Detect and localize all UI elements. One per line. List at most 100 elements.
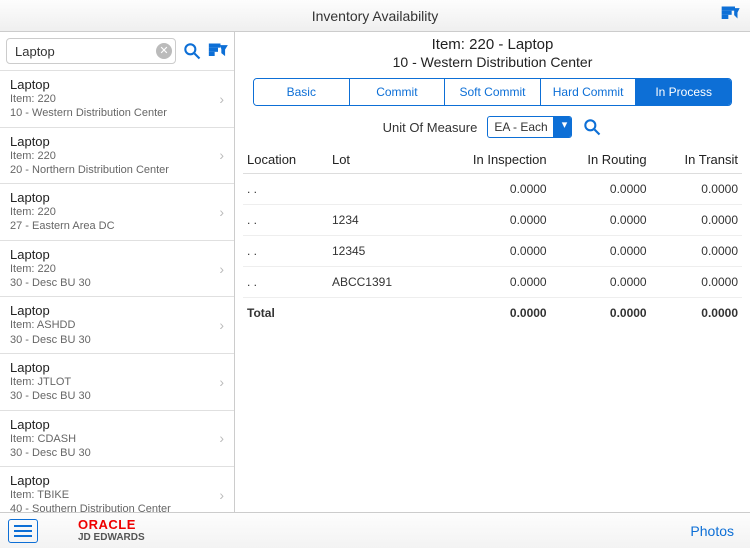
cell-lot: 1234 bbox=[328, 205, 429, 236]
cell-in-inspection: 0.0000 bbox=[429, 236, 550, 267]
list-item[interactable]: LaptopItem: 22010 - Western Distribution… bbox=[0, 71, 234, 128]
brand-logo: ORACLE JD EDWARDS bbox=[78, 518, 145, 543]
list-item-item: Item: 220 bbox=[10, 205, 224, 219]
total-in-inspection: 0.0000 bbox=[429, 298, 550, 329]
tab-hard-commit[interactable]: Hard Commit bbox=[541, 79, 637, 105]
list-item-title: Laptop bbox=[10, 360, 224, 375]
list-item[interactable]: LaptopItem: 22030 - Desc BU 30› bbox=[0, 241, 234, 298]
uom-select[interactable]: EA - Each bbox=[487, 116, 572, 138]
brand-jde: JD EDWARDS bbox=[78, 533, 145, 543]
list-item-loc: 27 - Eastern Area DC bbox=[10, 219, 224, 233]
detail-title: Item: 220 - Laptop bbox=[243, 36, 742, 53]
brand-oracle: ORACLE bbox=[78, 518, 145, 531]
cell-in-inspection: 0.0000 bbox=[429, 174, 550, 205]
sidebar: ✕ LaptopItem: 22010 - Western Distributi… bbox=[0, 32, 235, 512]
tab-soft-commit[interactable]: Soft Commit bbox=[445, 79, 541, 105]
uom-search-icon[interactable] bbox=[582, 117, 602, 137]
list-item[interactable]: LaptopItem: ASHDD30 - Desc BU 30› bbox=[0, 297, 234, 354]
search-input[interactable] bbox=[6, 38, 176, 64]
tabs: BasicCommitSoft CommitHard CommitIn Proc… bbox=[253, 78, 732, 106]
cell-location: . . bbox=[243, 236, 328, 267]
list-item-item: Item: 220 bbox=[10, 149, 224, 163]
detail-header: Item: 220 - Laptop 10 - Western Distribu… bbox=[243, 36, 742, 70]
list-item-title: Laptop bbox=[10, 247, 224, 262]
detail-subtitle: 10 - Western Distribution Center bbox=[243, 54, 742, 70]
list-item[interactable]: LaptopItem: JTLOT30 - Desc BU 30› bbox=[0, 354, 234, 411]
uom-row: Unit Of Measure EA - Each bbox=[243, 116, 742, 138]
uom-select-wrap: EA - Each bbox=[487, 116, 572, 138]
page-title: Inventory Availability bbox=[312, 8, 439, 24]
total-in-routing: 0.0000 bbox=[551, 298, 651, 329]
cell-lot: ABCC1391 bbox=[328, 267, 429, 298]
list-item-item: Item: 220 bbox=[10, 92, 224, 106]
chevron-right-icon: › bbox=[219, 204, 224, 220]
filter-list-icon[interactable] bbox=[208, 41, 228, 61]
chevron-right-icon: › bbox=[219, 147, 224, 163]
clear-icon[interactable]: ✕ bbox=[156, 43, 172, 59]
cell-lot bbox=[328, 174, 429, 205]
main-panel: Item: 220 - Laptop 10 - Western Distribu… bbox=[235, 32, 750, 512]
total-row: Total0.00000.00000.0000 bbox=[243, 298, 742, 329]
list-item-loc: 30 - Desc BU 30 bbox=[10, 333, 224, 347]
cell-in-routing: 0.0000 bbox=[551, 267, 651, 298]
chevron-right-icon: › bbox=[219, 91, 224, 107]
list-item[interactable]: LaptopItem: CDASH30 - Desc BU 30› bbox=[0, 411, 234, 468]
cell-in-routing: 0.0000 bbox=[551, 236, 651, 267]
list-item-title: Laptop bbox=[10, 473, 224, 488]
table-row: . .123450.00000.00000.0000 bbox=[243, 236, 742, 267]
total-in-transit: 0.0000 bbox=[651, 298, 742, 329]
list-item[interactable]: LaptopItem: 22027 - Eastern Area DC› bbox=[0, 184, 234, 241]
list-item-item: Item: 220 bbox=[10, 262, 224, 276]
filter-icon[interactable] bbox=[720, 4, 740, 24]
photos-link[interactable]: Photos bbox=[690, 523, 734, 539]
topbar: Inventory Availability bbox=[0, 0, 750, 32]
cell-lot: 12345 bbox=[328, 236, 429, 267]
list-item-item: Item: ASHDD bbox=[10, 318, 224, 332]
col-location: Location bbox=[243, 146, 328, 174]
list-item[interactable]: LaptopItem: 22020 - Northern Distributio… bbox=[0, 128, 234, 185]
uom-label: Unit Of Measure bbox=[383, 120, 478, 135]
chevron-right-icon: › bbox=[219, 487, 224, 503]
cell-in-inspection: 0.0000 bbox=[429, 267, 550, 298]
list-item-title: Laptop bbox=[10, 190, 224, 205]
tab-in-process[interactable]: In Process bbox=[636, 79, 731, 105]
cell-location: . . bbox=[243, 174, 328, 205]
list-item-title: Laptop bbox=[10, 303, 224, 318]
inventory-table: LocationLotIn InspectionIn RoutingIn Tra… bbox=[243, 146, 742, 328]
chevron-right-icon: › bbox=[219, 430, 224, 446]
cell-in-transit: 0.0000 bbox=[651, 267, 742, 298]
col-lot: Lot bbox=[328, 146, 429, 174]
table-row: . .ABCC13910.00000.00000.0000 bbox=[243, 267, 742, 298]
list-item-loc: 10 - Western Distribution Center bbox=[10, 106, 224, 120]
cell-location: . . bbox=[243, 267, 328, 298]
list-item[interactable]: LaptopItem: TBIKE40 - Southern Distribut… bbox=[0, 467, 234, 512]
chevron-right-icon: › bbox=[219, 317, 224, 333]
chevron-right-icon: › bbox=[219, 261, 224, 277]
cell-in-transit: 0.0000 bbox=[651, 205, 742, 236]
cell-location: . . bbox=[243, 205, 328, 236]
cell-in-inspection: 0.0000 bbox=[429, 205, 550, 236]
list-item-loc: 20 - Northern Distribution Center bbox=[10, 163, 224, 177]
search-row: ✕ bbox=[0, 32, 234, 71]
cell-in-routing: 0.0000 bbox=[551, 174, 651, 205]
list-item-title: Laptop bbox=[10, 134, 224, 149]
table-row: . .12340.00000.00000.0000 bbox=[243, 205, 742, 236]
sidebar-list: LaptopItem: 22010 - Western Distribution… bbox=[0, 71, 234, 512]
cell-in-transit: 0.0000 bbox=[651, 174, 742, 205]
total-label: Total bbox=[243, 298, 328, 329]
tab-commit[interactable]: Commit bbox=[350, 79, 446, 105]
list-item-item: Item: CDASH bbox=[10, 432, 224, 446]
col-in-routing: In Routing bbox=[551, 146, 651, 174]
search-icon[interactable] bbox=[182, 41, 202, 61]
list-item-title: Laptop bbox=[10, 417, 224, 432]
list-item-title: Laptop bbox=[10, 77, 224, 92]
list-item-item: Item: TBIKE bbox=[10, 488, 224, 502]
list-item-loc: 40 - Southern Distribution Center bbox=[10, 502, 224, 512]
list-item-loc: 30 - Desc BU 30 bbox=[10, 276, 224, 290]
list-item-loc: 30 - Desc BU 30 bbox=[10, 389, 224, 403]
list-item-loc: 30 - Desc BU 30 bbox=[10, 446, 224, 460]
cell-in-routing: 0.0000 bbox=[551, 205, 651, 236]
chevron-right-icon: › bbox=[219, 374, 224, 390]
menu-button[interactable] bbox=[8, 519, 38, 543]
tab-basic[interactable]: Basic bbox=[254, 79, 350, 105]
